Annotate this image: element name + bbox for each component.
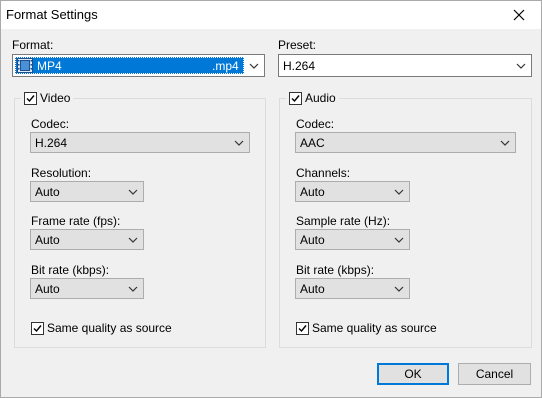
sample-rate-value: Auto [300, 233, 325, 247]
audio-bit-rate-select[interactable]: Auto [295, 278, 410, 299]
audio-checkbox[interactable] [289, 91, 302, 105]
frame-rate-label: Frame rate (fps): [31, 214, 121, 228]
cancel-button[interactable]: Cancel [458, 363, 531, 385]
audio-same-quality-option[interactable]: Same quality as source [296, 321, 437, 335]
chevron-down-icon [128, 189, 138, 195]
frame-rate-select[interactable]: Auto [30, 229, 144, 250]
format-label: Format: [12, 38, 54, 52]
film-icon [17, 58, 33, 73]
channels-label: Channels: [296, 166, 351, 180]
channels-select[interactable]: Auto [295, 181, 410, 202]
video-bit-rate-label: Bit rate (kbps): [31, 263, 110, 277]
preset-select[interactable]: H.264 [278, 54, 532, 77]
video-codec-value: H.264 [35, 136, 68, 150]
chevron-down-icon [234, 140, 244, 146]
audio-group-title: Audio [305, 91, 336, 105]
checkmark-icon [291, 94, 300, 102]
video-group-title: Video [40, 91, 71, 105]
preset-label: Preset: [278, 38, 317, 52]
chevron-down-icon [394, 286, 404, 292]
video-same-quality-label: Same quality as source [47, 321, 172, 335]
video-codec-select[interactable]: H.264 [30, 132, 250, 153]
window-title: Format Settings [6, 7, 98, 22]
audio-codec-select[interactable]: AAC [295, 132, 516, 153]
video-same-quality-checkbox[interactable] [31, 321, 44, 335]
video-checkbox[interactable] [24, 91, 37, 105]
checkmark-icon [298, 324, 307, 332]
sample-rate-select[interactable]: Auto [295, 229, 410, 250]
chevron-down-icon [394, 237, 404, 243]
chevron-down-icon [249, 63, 259, 69]
chevron-down-icon [516, 63, 526, 69]
audio-codec-value: AAC [300, 136, 325, 150]
frame-rate-value: Auto [35, 233, 60, 247]
video-codec-label: Codec: [31, 117, 70, 131]
chevron-down-icon [128, 237, 138, 243]
resolution-select[interactable]: Auto [30, 181, 144, 202]
video-same-quality-option[interactable]: Same quality as source [31, 321, 172, 335]
sample-rate-label: Sample rate (Hz): [296, 214, 391, 228]
checkmark-icon [26, 94, 35, 102]
close-icon [513, 9, 525, 21]
close-button[interactable] [497, 1, 541, 29]
format-value: MP4 [37, 59, 62, 73]
channels-value: Auto [300, 185, 325, 199]
chevron-down-icon [500, 140, 510, 146]
video-group-header[interactable]: Video [21, 90, 74, 106]
resolution-label: Resolution: [31, 166, 92, 180]
audio-same-quality-label: Same quality as source [312, 321, 437, 335]
checkmark-icon [33, 324, 42, 332]
audio-bit-rate-label: Bit rate (kbps): [296, 263, 375, 277]
preset-value: H.264 [283, 59, 316, 73]
title-bar: Format Settings [1, 1, 541, 29]
format-settings-dialog: Format Settings Format: MP4 .mp4 Preset:… [0, 0, 542, 398]
chevron-down-icon [128, 286, 138, 292]
audio-group-header[interactable]: Audio [286, 90, 339, 106]
format-select[interactable]: MP4 .mp4 [12, 54, 265, 77]
audio-bit-rate-value: Auto [300, 282, 325, 296]
resolution-value: Auto [35, 185, 60, 199]
video-bit-rate-select[interactable]: Auto [30, 278, 144, 299]
video-bit-rate-value: Auto [35, 282, 60, 296]
audio-same-quality-checkbox[interactable] [296, 321, 309, 335]
ok-button[interactable]: OK [377, 363, 449, 385]
audio-codec-label: Codec: [296, 117, 335, 131]
chevron-down-icon [394, 189, 404, 195]
format-extension: .mp4 [212, 59, 239, 73]
